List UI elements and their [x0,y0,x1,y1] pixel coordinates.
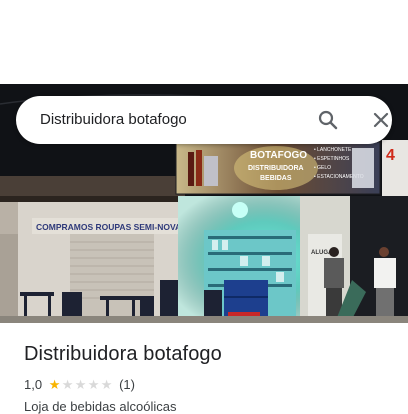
top-blank-area [0,0,408,84]
search-icon [318,110,338,130]
sign-list-1: • LANCHONETE [314,147,352,153]
place-title: Distribuidora botafogo [24,343,222,365]
rating-value: 1,0 [24,376,43,392]
search-bar[interactable]: Distribuidora botafogo [16,96,392,144]
star-icon: ★ [87,376,100,392]
wall-text: COMPRAMOS ROUPAS SEMI-NOVAS [36,222,187,232]
search-input[interactable]: Distribuidora botafogo [40,96,187,144]
star-icon: ★ [74,376,87,392]
rating-stars: ★ ★ ★ ★ ★ [48,378,113,391]
review-count[interactable]: (1) [119,377,135,392]
sign-sub: DISTRIBUIDORA [248,165,304,172]
clear-search-button[interactable] [369,108,393,132]
star-icon: ★ [61,376,74,392]
rating-row[interactable]: 1,0 ★ ★ ★ ★ ★ (1) [24,376,135,392]
star-icon: ★ [48,376,61,392]
close-icon [373,112,389,128]
star-icon: ★ [100,376,113,392]
place-category[interactable]: Loja de bebidas alcoólicas [24,399,177,414]
search-button[interactable] [316,108,340,132]
sign-main: BOTAFOGO [250,150,307,161]
sign-list-3: • GELO [314,165,331,171]
sign-sub2: BEBIDAS [260,175,292,182]
corner-number: 4 [386,147,395,164]
sign-list-2: • ESPETINHOS [314,156,350,162]
place-info-panel: Distribuidora botafogo 1,0 ★ ★ ★ ★ ★ (1) Loj… [0,323,408,414]
